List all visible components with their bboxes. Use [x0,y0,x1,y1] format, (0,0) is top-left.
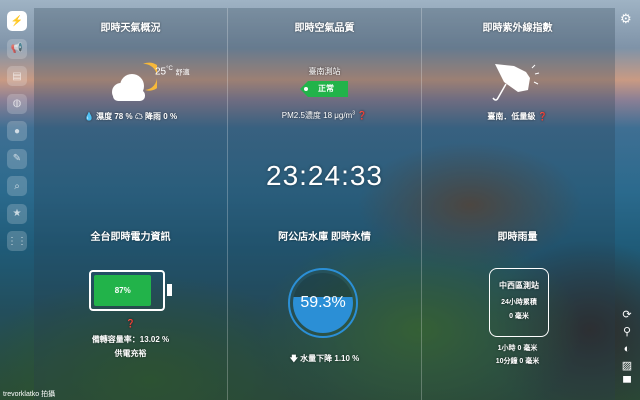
battery: 87% [89,270,165,311]
info-icon[interactable]: ❓ [357,111,367,120]
rain-box: 中西區測站 24小時累積 0 毫米 [489,268,549,337]
lightning-icon: ⚡ [10,15,24,27]
weather-title: 即時天氣概況 [100,23,161,34]
clock: 23:24:33 [266,160,383,191]
uv-level: 臺南．低量級 ❓ [487,112,548,121]
sidebar-item-globe[interactable]: ◍ [7,93,27,114]
star-icon: ★ [12,208,22,219]
temperature: 25°C 舒適 [155,66,190,78]
reservoir-change: 🡇 水量下降 1.10 % [289,354,360,363]
refresh-icon[interactable]: ⟳ [620,308,634,322]
power-title: 全台即時電力資訊 [90,232,171,243]
rain-24h-label: 24小時累積 [501,299,537,306]
rain-title: 即時雨量 [497,232,538,243]
rain-10min: 10分鐘 0 毫米 [495,358,540,365]
sidebar-item-star[interactable]: ★ [7,203,27,224]
sidebar-item-film[interactable]: ▤ [7,66,27,86]
cloud-moon-icon [112,62,157,101]
globe-icon: ◍ [12,98,22,109]
divider [421,8,422,400]
photo-credit[interactable]: trevorklatko 拍攝 [3,389,55,399]
air-title: 即時空氣品質 [294,23,355,34]
sidebar-item-chat[interactable]: ● [7,121,27,141]
reserve-rate: 備轉容量率：13.02 % [91,335,170,344]
comment-icon[interactable]: ▀ [620,376,634,390]
info-icon[interactable]: ❓ [538,112,548,121]
sidebar-item-edit[interactable]: ✎ [7,148,27,169]
sidebar-item-lightning[interactable]: ⚡ [7,11,27,31]
reservoir-title: 阿公店水庫 即時水情 [278,232,371,243]
edit-icon: ✎ [12,153,22,164]
sidebar-item-grid[interactable]: ⋮⋮ [7,231,27,251]
rain-24h-value: 0 毫米 [509,313,529,320]
megaphone-icon: 📢 [10,43,24,54]
settings-gear-icon[interactable]: ⚙ [620,11,632,27]
contrast-icon[interactable]: ◐ [620,342,634,356]
rain-station: 中西區測站 [499,281,539,290]
film-icon: ▤ [12,70,22,82]
search-icon: ⌕ [14,180,20,192]
air-station: 臺南測站 [308,67,341,76]
chat-icon: ● [13,125,21,137]
location-pin-icon[interactable]: ⚲ [620,325,634,339]
reservoir-percent: 59.3% [300,294,346,311]
umbrella-sun-icon [492,64,540,101]
sidebar-item-search[interactable]: ⌕ [7,176,27,196]
weather-stats: 💧 濕度 78 % ☁ 降雨 0 % [83,112,178,121]
uv-title: 即時紫外線指數 [482,23,553,34]
info-icon[interactable]: ❓ [34,319,227,328]
power-status: 供電充裕 [114,349,147,358]
sidebar-item-megaphone[interactable]: 📢 [7,38,27,59]
rain-1h: 1小時 0 毫米 [497,345,538,352]
battery-tip [167,284,172,296]
battery-fill: 87% [94,275,152,306]
image-icon[interactable]: ▨ [620,359,634,373]
grid-icon: ⋮⋮ [7,235,27,247]
pm25-value: PM2.5濃度 18 μg/m3 ❓ [281,110,368,120]
reservoir-gauge: 59.3% [288,268,358,338]
